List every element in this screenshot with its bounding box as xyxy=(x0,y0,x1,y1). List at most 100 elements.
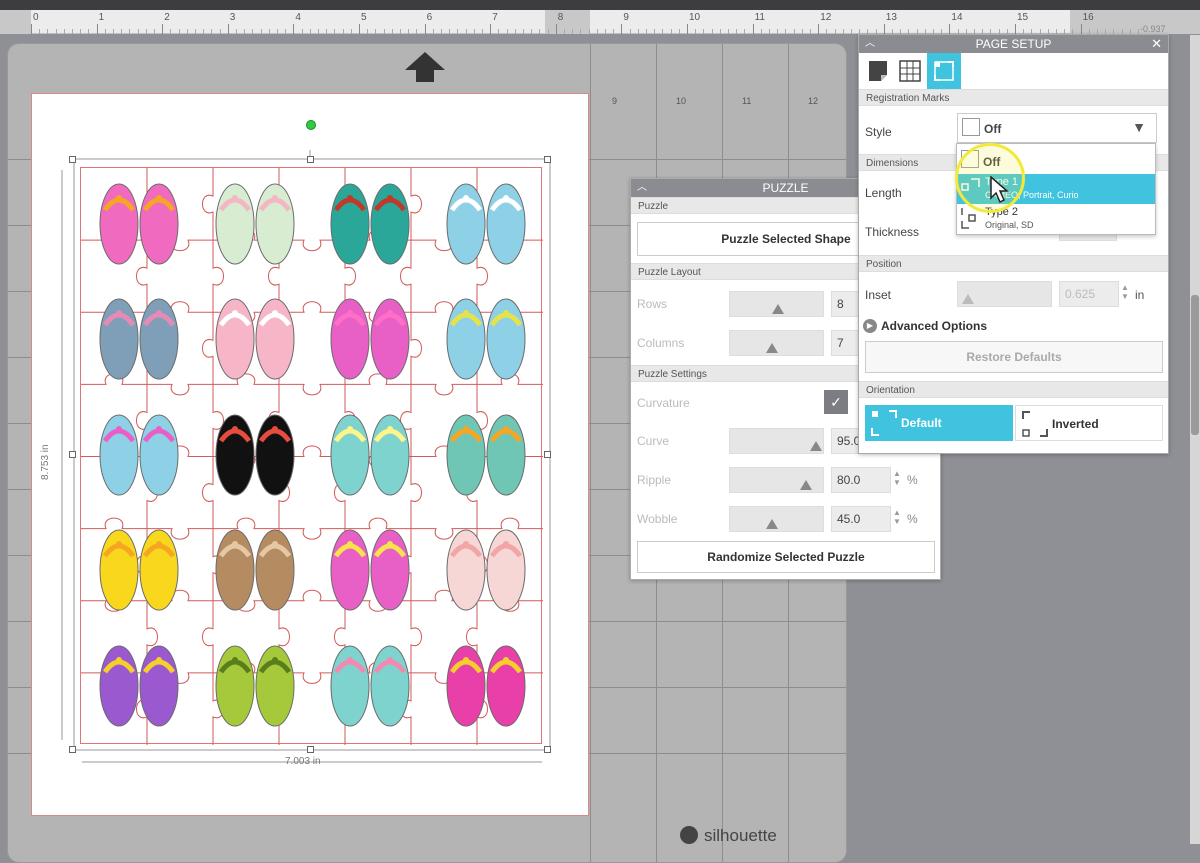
ruler-subtick xyxy=(244,29,246,34)
rotate-handle[interactable] xyxy=(306,120,316,130)
ruler-tick xyxy=(949,24,951,34)
page-setup-panel: ︿ PAGE SETUP ✕ Registration Marks Style Of… xyxy=(858,34,1169,454)
ruler-subtick xyxy=(547,29,549,34)
ruler-number: 8 xyxy=(557,12,564,23)
ruler-readout: -0.937 xyxy=(1140,24,1166,34)
inset-spinner[interactable]: ▲ ▼ xyxy=(1121,283,1129,301)
resize-handle-bm[interactable] xyxy=(307,746,314,753)
ruler-tick xyxy=(687,24,688,34)
inset-value[interactable]: 0.625 xyxy=(1059,281,1119,307)
ruler-subtick xyxy=(309,29,311,34)
off-swatch-icon xyxy=(962,118,980,136)
puzzle-panel-title: PUZZLE xyxy=(762,181,809,195)
ruler-subtick xyxy=(826,29,828,34)
ripple-value[interactable]: 80.0 xyxy=(831,467,891,493)
ruler-subtick xyxy=(695,29,697,34)
ruler-subtick xyxy=(145,29,147,34)
inset-slider[interactable] xyxy=(957,281,1052,307)
ruler-subtick xyxy=(834,29,836,34)
ruler-subtick xyxy=(629,29,631,34)
ruler-subtick xyxy=(55,29,57,34)
restore-defaults-button[interactable]: Restore Defaults xyxy=(865,341,1163,373)
registration-marks-icon xyxy=(934,61,954,81)
ruler-tick xyxy=(162,24,164,34)
ruler-number: 16 xyxy=(1082,12,1094,23)
resize-handle-tr[interactable] xyxy=(544,156,551,163)
ruler-subtick xyxy=(203,29,205,34)
ruler-subtick xyxy=(137,29,139,34)
ruler-tick xyxy=(227,24,229,34)
ruler-subtick xyxy=(851,29,852,34)
ruler-subtick xyxy=(408,29,410,34)
close-icon[interactable]: ✕ xyxy=(1151,35,1162,53)
ruler-subtick xyxy=(342,29,344,34)
ruler-subtick xyxy=(465,29,467,34)
vertical-scrollbar[interactable] xyxy=(1190,35,1200,844)
ruler-tick xyxy=(1015,24,1016,34)
ruler-subtick xyxy=(588,29,590,34)
ruler-subtick xyxy=(334,29,336,34)
ruler-subtick xyxy=(80,29,82,34)
style-select[interactable]: Off ▼ xyxy=(957,113,1157,143)
ruler-tick xyxy=(490,24,492,34)
ruler-subtick xyxy=(449,29,451,34)
resize-handle-mr[interactable] xyxy=(544,451,551,458)
section-registration-marks: Registration Marks xyxy=(859,89,1168,106)
resize-handle-br[interactable] xyxy=(544,746,551,753)
ruler-subtick xyxy=(252,29,254,34)
orientation-default-button[interactable]: Default xyxy=(865,405,1013,441)
resize-handle-tm[interactable] xyxy=(307,156,314,163)
ruler-number: 10 xyxy=(689,12,701,23)
wobble-spinner[interactable]: ▲ ▼ xyxy=(893,508,901,526)
ripple-spinner[interactable]: ▲ ▼ xyxy=(893,469,901,487)
section-orientation: Orientation xyxy=(859,381,1168,398)
width-label: 7.003 in xyxy=(285,756,321,767)
section-position: Position xyxy=(859,255,1168,272)
ruler-subtick xyxy=(441,29,442,34)
tab-grid[interactable] xyxy=(895,55,925,87)
resize-handle-tl[interactable] xyxy=(69,156,76,163)
ripple-slider[interactable] xyxy=(729,467,824,493)
ruler-subtick xyxy=(662,29,664,34)
wobble-value[interactable]: 45.0 xyxy=(831,506,891,532)
wobble-slider[interactable] xyxy=(729,506,824,532)
top-strip xyxy=(0,0,1200,10)
collapse-icon[interactable]: ︿ xyxy=(637,179,647,197)
columns-slider[interactable] xyxy=(729,330,824,356)
ruler-subtick xyxy=(416,29,418,34)
curve-slider[interactable] xyxy=(729,428,824,454)
selection-box xyxy=(61,150,551,763)
thickness-label: Thickness xyxy=(865,225,920,239)
ruler-subtick xyxy=(367,29,369,34)
expand-arrow-icon[interactable]: ▶ xyxy=(863,319,877,333)
orientation-inverted-button[interactable]: Inverted xyxy=(1015,405,1163,441)
ruler-subtick xyxy=(842,29,844,34)
chevron-down-icon[interactable]: ▼ xyxy=(1132,119,1146,135)
page-setup-header[interactable]: ︿ PAGE SETUP ✕ xyxy=(859,35,1168,53)
ruler-tick xyxy=(621,24,623,34)
ruler-subtick xyxy=(219,29,221,34)
resize-handle-ml[interactable] xyxy=(69,451,76,458)
ruler-subtick xyxy=(268,29,270,34)
ruler-number: 4 xyxy=(295,12,301,23)
ruler-subtick xyxy=(539,29,541,34)
horizontal-ruler: 0 1 2 3 4 5 6 7 8 9 10 11 12 13 14 15 16 -0.937 xyxy=(0,10,1200,34)
tab-registration-marks[interactable] xyxy=(927,53,961,89)
curvature-checkbox[interactable]: ✓ xyxy=(824,390,848,414)
mat-num-11: 11 xyxy=(742,96,752,106)
rows-slider[interactable] xyxy=(729,291,824,317)
tab-page[interactable] xyxy=(863,55,893,87)
ruler-subtick xyxy=(473,29,475,34)
ruler-subtick xyxy=(678,29,680,34)
ruler-subtick xyxy=(178,29,180,34)
scrollbar-thumb[interactable] xyxy=(1191,295,1199,435)
collapse-icon[interactable]: ︿ xyxy=(865,35,875,53)
ruler-subtick xyxy=(498,29,500,34)
ruler-subtick xyxy=(63,29,65,34)
randomize-selected-puzzle-button[interactable]: Randomize Selected Puzzle xyxy=(637,541,935,573)
ruler-subtick xyxy=(72,29,73,34)
advanced-options-toggle[interactable]: Advanced Options xyxy=(881,319,987,333)
ruler-subtick xyxy=(482,29,483,34)
ruler-subtick xyxy=(514,29,516,34)
resize-handle-bl[interactable] xyxy=(69,746,76,753)
